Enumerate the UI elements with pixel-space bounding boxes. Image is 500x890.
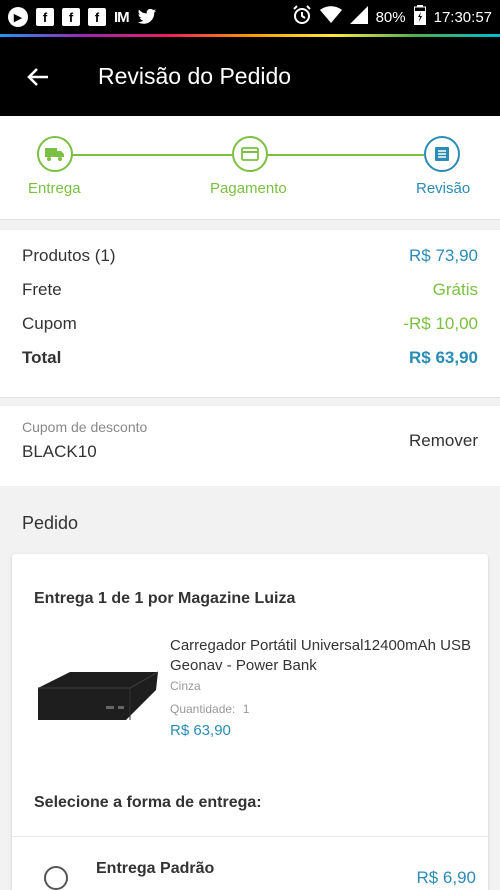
products-label: Produtos (1) [22, 246, 116, 265]
battery-percent: 80% [375, 8, 406, 26]
quantity-label: Quantidade: [170, 702, 236, 716]
facebook-icon: f [36, 8, 54, 26]
signal-icon [349, 6, 368, 28]
summary-row-coupon: Cupom -R$ 10,00 [22, 314, 478, 334]
coupon-code: BLACK10 [22, 442, 97, 461]
summary-row-shipping: Frete Grátis [22, 280, 478, 300]
step-label-payment: Pagamento [210, 180, 287, 197]
status-bar: ▶ f f f IM 80% 17:30:57 [0, 0, 500, 34]
battery-icon [413, 5, 426, 29]
facebook-icon: f [62, 8, 80, 26]
step-label-delivery: Entrega [28, 180, 81, 197]
shipping-option-price: R$ 6,90 [416, 868, 476, 887]
list-icon [435, 147, 449, 161]
arrow-left-icon [27, 67, 48, 86]
quantity-value: 1 [242, 702, 250, 716]
checkout-stepper: Entrega Pagamento Revisão [0, 116, 500, 220]
step-review[interactable] [424, 136, 460, 172]
summary-row-products: Produtos (1) R$ 73,90 [22, 246, 478, 266]
total-label: Total [22, 348, 62, 367]
order-section-title: Pedido [22, 513, 79, 533]
step-payment[interactable] [232, 136, 268, 172]
total-value: R$ 63,90 [409, 348, 478, 367]
coupon-discount-label: Cupom [22, 314, 77, 333]
delivery-heading: Entrega 1 de 1 por Magazine Luiza [34, 590, 296, 607]
remove-coupon-button[interactable]: Remover [409, 431, 478, 451]
twitter-icon [137, 7, 157, 27]
card-icon [241, 147, 259, 161]
system-icons: 80% 17:30:57 [292, 5, 492, 29]
product-image [38, 671, 159, 720]
product-quantity: Quantidade: 1 [170, 702, 249, 716]
summary-row-total: Total R$ 63,90 [22, 348, 478, 368]
page-title: Revisão do Pedido [98, 63, 292, 89]
coupon-discount-value: -R$ 10,00 [403, 314, 478, 333]
order-card: Entrega 1 de 1 por Magazine Luiza Carreg… [12, 554, 488, 890]
app-bar: Revisão do Pedido [0, 37, 500, 116]
notification-icons: ▶ f f f IM [8, 7, 157, 27]
coupon-section: Cupom de desconto BLACK10 Remover [0, 406, 500, 486]
product-name[interactable]: Carregador Portátil Universal12400mAh US… [170, 636, 480, 676]
im-icon: IM [114, 8, 130, 26]
product-color: Cinza [170, 679, 201, 693]
shipping-option-radio[interactable] [44, 866, 68, 890]
play-icon: ▶ [8, 7, 28, 27]
shipping-label: Frete [22, 280, 62, 299]
shipping-select-label: Selecione a forma de entrega: [34, 794, 262, 811]
truck-icon [45, 148, 64, 161]
step-delivery[interactable] [37, 136, 73, 172]
clock: 17:30:57 [433, 8, 492, 26]
coupon-label: Cupom de desconto [22, 419, 148, 435]
shipping-value: Grátis [432, 280, 478, 299]
step-label-review: Revisão [416, 180, 471, 197]
alarm-icon [292, 5, 312, 29]
product-price: R$ 63,90 [170, 722, 231, 739]
step-connector [268, 154, 424, 156]
shipping-option-name[interactable]: Entrega Padrão [96, 860, 214, 878]
divider [12, 836, 488, 837]
step-connector [72, 154, 232, 156]
order-summary: Produtos (1) R$ 73,90 Frete Grátis Cupom… [0, 230, 500, 398]
back-button[interactable] [18, 57, 58, 97]
facebook-icon: f [88, 8, 106, 26]
wifi-icon [319, 6, 342, 28]
products-value: R$ 73,90 [409, 246, 478, 265]
